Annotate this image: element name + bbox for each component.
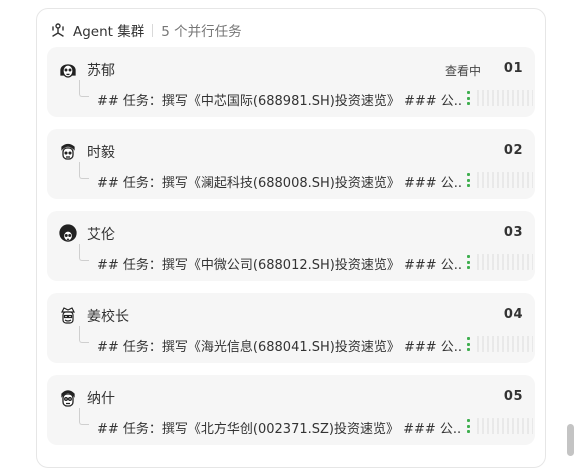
task-count: 5 个并行任务 — [161, 24, 242, 40]
progress-dots-icon — [467, 173, 470, 187]
progress-dots-icon — [467, 337, 470, 351]
task-description: ## 任务：撰写《海光信息(688041.SH)投资速览》 ### 公... — [97, 340, 461, 355]
agent-index: 05 — [503, 389, 523, 404]
faded-preview — [477, 418, 533, 434]
tree-branch-line — [79, 408, 89, 425]
agent-avatar-icon — [57, 141, 79, 163]
agent-name: 姜校长 — [87, 309, 129, 325]
status-badge: 查看中 — [444, 64, 481, 78]
agent-index: 02 — [503, 143, 523, 158]
header-divider — [152, 23, 154, 37]
task-description: ## 任务：撰写《北方华创(002371.SZ)投资速览》 ### 公... — [97, 422, 461, 437]
agent-card-1[interactable]: 苏郁 查看中 01 ## 任务：撰写《中芯国际(688981.SH)投资速览》 … — [47, 47, 535, 117]
agent-name: 纳什 — [87, 391, 115, 407]
tree-branch-line — [79, 326, 89, 343]
agent-cluster-icon — [49, 21, 67, 39]
faded-preview — [477, 336, 533, 352]
agent-name: 时毅 — [87, 145, 115, 161]
tree-branch-line — [79, 162, 89, 179]
progress-dots-icon — [467, 255, 470, 269]
agent-name: 苏郁 — [87, 63, 115, 79]
agent-avatar-icon — [57, 305, 79, 327]
panel-header: Agent 集群 5 个并行任务 — [49, 19, 242, 41]
progress-dots-icon — [467, 91, 470, 105]
task-description: ## 任务：撰写《中芯国际(688981.SH)投资速览》 ### 公... — [97, 94, 461, 109]
agent-card-3[interactable]: 艾伦 03 ## 任务：撰写《中微公司(688012.SH)投资速览》 ### … — [47, 211, 535, 281]
agent-card-4[interactable]: 姜校长 04 ## 任务：撰写《海光信息(688041.SH)投资速览》 ###… — [47, 293, 535, 363]
agent-index: 03 — [503, 225, 523, 240]
tree-branch-line — [79, 80, 89, 97]
progress-dots-icon — [467, 419, 470, 433]
agent-avatar-icon — [57, 59, 79, 81]
agent-index: 04 — [503, 307, 523, 322]
task-description: ## 任务：撰写《澜起科技(688008.SH)投资速览》 ### 公... — [97, 176, 461, 191]
task-description: ## 任务：撰写《中微公司(688012.SH)投资速览》 ### 公... — [97, 258, 461, 273]
tree-branch-line — [79, 244, 89, 261]
agent-card-2[interactable]: 时毅 02 ## 任务：撰写《澜起科技(688008.SH)投资速览》 ### … — [47, 129, 535, 199]
agent-index: 01 — [503, 61, 523, 76]
faded-preview — [477, 254, 533, 270]
faded-preview — [477, 90, 533, 106]
panel-title: Agent 集群 — [73, 24, 145, 40]
agent-avatar-icon — [57, 387, 79, 409]
vertical-scrollbar[interactable] — [567, 424, 574, 456]
faded-preview — [477, 172, 533, 188]
agent-name: 艾伦 — [87, 227, 115, 243]
agent-avatar-icon — [57, 223, 79, 245]
agent-card-5[interactable]: 纳什 05 ## 任务：撰写《北方华创(002371.SZ)投资速览》 ### … — [47, 375, 535, 445]
agent-cluster-panel: Agent 集群 5 个并行任务 苏郁 查看中 01 ## 任务：撰写《中芯国际… — [36, 8, 546, 468]
